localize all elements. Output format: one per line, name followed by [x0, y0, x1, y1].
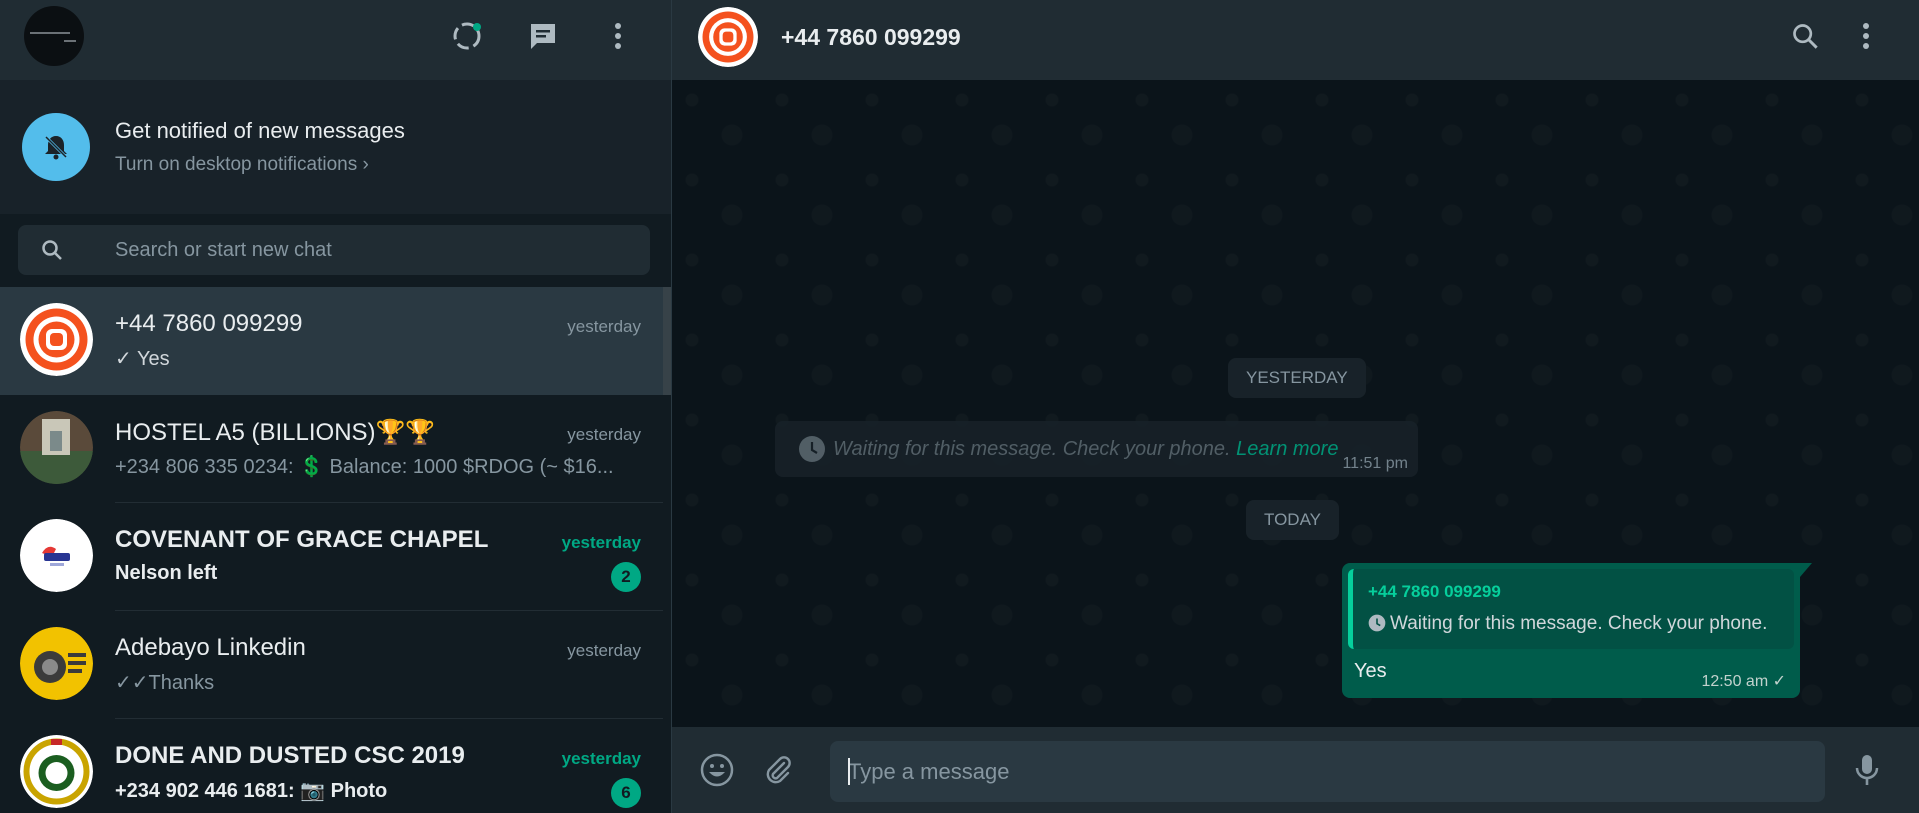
search-icon[interactable]: [1785, 16, 1825, 56]
waiting-message-text: Waiting for this message. Check your pho…: [833, 438, 1231, 460]
conversation-panel: +44 7860 099299 YESTERDAY Waiting for th…: [672, 0, 1919, 813]
date-chip-yesterday: YESTERDAY: [1228, 358, 1366, 398]
message-input-box[interactable]: [830, 741, 1825, 802]
message-text: Yes: [1354, 660, 1387, 682]
chat-name: +44 7860 099299: [115, 310, 303, 337]
avatar[interactable]: [698, 7, 758, 67]
message-time: 11:51 pm: [1342, 455, 1408, 472]
contact-name: +44 7860 099299: [781, 24, 961, 50]
search-bar: [0, 214, 671, 287]
quote-text: Waiting for this message. Check your pho…: [1390, 613, 1768, 634]
chat-preview: ✓ Yes: [115, 348, 170, 370]
chat-item-adebayo-linkedin[interactable]: Adebayo Linkedin yesterday ✓✓Thanks: [0, 611, 663, 719]
left-header: [0, 0, 671, 80]
message-input[interactable]: [848, 741, 1808, 802]
attach-icon[interactable]: [756, 748, 800, 792]
chat-name: DONE AND DUSTED CSC 2019: [115, 742, 465, 769]
avatar: [20, 303, 93, 376]
conversation-header[interactable]: +44 7860 099299: [672, 0, 1919, 80]
composer: [672, 727, 1919, 813]
profile-avatar[interactable]: [24, 6, 84, 66]
message-area[interactable]: YESTERDAY Waiting for this message. Chec…: [672, 80, 1919, 727]
avatar: [20, 411, 93, 484]
chat-item-+44-7860-099299[interactable]: +44 7860 099299 yesterday ✓ Yes: [0, 287, 663, 395]
avatar: [20, 519, 93, 592]
quoted-message[interactable]: +44 7860 099299 Waiting for this message…: [1348, 569, 1794, 649]
date-chip-today: TODAY: [1246, 500, 1339, 540]
menu-icon[interactable]: [1846, 16, 1886, 56]
chat-time: yesterday: [567, 317, 641, 336]
message-time: 12:50 am ✓: [1701, 673, 1786, 690]
avatar: [20, 627, 93, 700]
chat-list-panel: Get notified of new messages Turn on des…: [0, 0, 672, 813]
outgoing-message-bubble[interactable]: +44 7860 099299 Waiting for this message…: [1342, 563, 1800, 698]
notification-banner[interactable]: Get notified of new messages Turn on des…: [0, 80, 671, 214]
waiting-message-bubble[interactable]: Waiting for this message. Check your pho…: [775, 421, 1418, 477]
chat-name: HOSTEL A5 (BILLIONS)🏆🏆: [115, 419, 436, 446]
search-box[interactable]: [18, 225, 650, 275]
chat-preview: +234 902 446 1681: 📷 Photo: [115, 780, 388, 802]
chat-preview: +234 806 335 0234: 💲 Balance: 1000 $RDOG…: [115, 456, 614, 478]
bell-off-icon: [22, 113, 90, 181]
status-icon[interactable]: [447, 16, 487, 56]
chat-time: yesterday: [561, 533, 641, 552]
clock-icon: [1368, 614, 1386, 638]
chat-time: yesterday: [567, 425, 641, 444]
learn-more-link[interactable]: Learn more: [1236, 438, 1338, 460]
chat-preview: Nelson left: [115, 562, 218, 584]
chat-preview: ✓✓Thanks: [115, 672, 215, 694]
chat-item-hostel-a5[interactable]: HOSTEL A5 (BILLIONS)🏆🏆 yesterday +234 80…: [0, 395, 663, 503]
clock-icon: [798, 435, 826, 468]
chat-item-done-and-dusted-csc-2019[interactable]: DONE AND DUSTED CSC 2019 yesterday +234 …: [0, 719, 663, 813]
microphone-icon[interactable]: [1845, 748, 1889, 792]
search-icon: [40, 238, 64, 267]
avatar: [20, 735, 93, 808]
chat-list: +44 7860 099299 yesterday ✓ Yes HOSTEL A…: [0, 287, 671, 813]
chat-item-covenant-of-grace-chapel[interactable]: COVENANT OF GRACE CHAPEL yesterday Nelso…: [0, 503, 663, 611]
unread-badge: 2: [611, 562, 641, 592]
notification-subtitle[interactable]: Turn on desktop notifications ›: [115, 154, 369, 176]
chat-time: yesterday: [567, 641, 641, 660]
menu-icon[interactable]: [598, 16, 638, 56]
notification-title: Get notified of new messages: [115, 118, 405, 143]
chat-name: COVENANT OF GRACE CHAPEL: [115, 526, 489, 553]
emoji-icon[interactable]: [695, 748, 739, 792]
search-input[interactable]: [115, 225, 635, 275]
new-chat-icon[interactable]: [523, 16, 563, 56]
chat-list-scrollbar[interactable]: [663, 287, 671, 395]
unread-badge: 6: [611, 778, 641, 808]
chat-name: Adebayo Linkedin: [115, 634, 306, 661]
quote-author: +44 7860 099299: [1368, 582, 1501, 601]
chat-time: yesterday: [561, 749, 641, 768]
